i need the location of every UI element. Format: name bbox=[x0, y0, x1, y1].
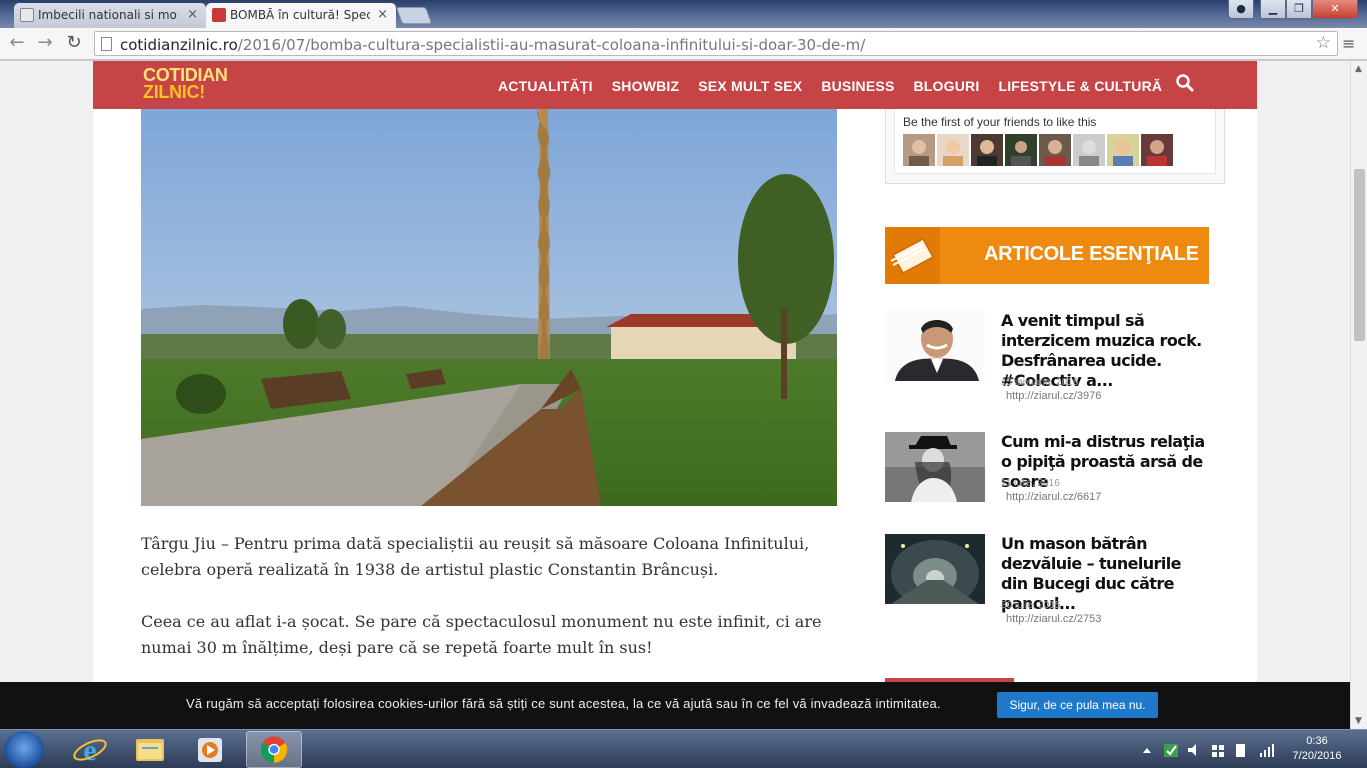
chrome-menu-icon[interactable]: ≡ bbox=[1342, 34, 1355, 53]
nav-item-bloguri[interactable]: BLOGURI bbox=[914, 78, 980, 94]
site-header: COTIDIAN ZILNIC! ACTUALITĂȚI SHOWBIZ SEX M… bbox=[93, 61, 1257, 109]
page-favicon-icon bbox=[20, 8, 34, 22]
internet-explorer-icon[interactable]: e bbox=[62, 731, 118, 768]
nav-item-showbiz[interactable]: SHOWBIZ bbox=[612, 78, 680, 94]
esential-article-date: 15 ianuarie, 2016 bbox=[1001, 377, 1079, 388]
articole-esentiale-header: ARTICOLE ESENŢIALE bbox=[885, 227, 1209, 284]
friend-avatar[interactable] bbox=[903, 134, 935, 166]
browser-titlebar: Imbecili nationali si mond × BOMBĂ în cu… bbox=[0, 0, 1367, 28]
close-window-button[interactable]: ✕ bbox=[1312, 0, 1358, 19]
new-tab-button[interactable] bbox=[395, 7, 433, 24]
article-thumbnail[interactable] bbox=[885, 432, 985, 502]
facebook-like-inner: Be the first of your friends to like thi… bbox=[894, 109, 1216, 174]
tab-label: BOMBĂ în cultură! Speciali bbox=[230, 8, 370, 22]
scroll-up-icon[interactable]: ▲ bbox=[1355, 64, 1362, 74]
nav-item-sex[interactable]: SEX MULT SEX bbox=[698, 78, 802, 94]
page-viewport: COTIDIAN ZILNIC! ACTUALITĂȚI SHOWBIZ SEX M… bbox=[0, 61, 1350, 729]
esential-article-3[interactable]: Un mason bătrân dezvăluie – tunelurile d… bbox=[885, 534, 1215, 634]
address-bar[interactable]: cotidianzilnic.ro/2016/07/bomba-cultura-… bbox=[94, 31, 1338, 56]
cookie-banner: Vă rugăm să acceptați folosirea cookies-… bbox=[0, 682, 1350, 729]
scrollbar-thumb[interactable] bbox=[1354, 169, 1365, 341]
system-tray-icons[interactable] bbox=[1140, 741, 1280, 759]
esential-article-date: 30 iulie, 2015 bbox=[1001, 600, 1061, 611]
article-paragraph: Ceea ce au aflat i-a șocat. Se pare că s… bbox=[141, 612, 822, 657]
facebook-like-text: Be the first of your friends to like thi… bbox=[903, 115, 1097, 129]
forward-arrow-icon[interactable]: → bbox=[33, 32, 57, 56]
esential-article-link[interactable]: http://ziarul.cz/3976 bbox=[1006, 390, 1101, 402]
articole-esentiale-title: ARTICOLE ESENŢIALE bbox=[984, 243, 1199, 265]
friend-avatar[interactable] bbox=[1107, 134, 1139, 166]
article-paragraph: Târgu Jiu – Pentru prima dată specialișt… bbox=[141, 534, 810, 579]
esential-article-link[interactable]: http://ziarul.cz/6617 bbox=[1006, 491, 1101, 503]
tab-imbecili[interactable]: Imbecili nationali si mond × bbox=[14, 3, 206, 28]
friend-avatar[interactable] bbox=[937, 134, 969, 166]
site-logo[interactable]: COTIDIAN ZILNIC! bbox=[143, 66, 228, 101]
scroll-down-icon[interactable]: ▼ bbox=[1355, 716, 1362, 726]
reload-icon[interactable]: ↻ bbox=[62, 32, 86, 56]
profile-icon[interactable]: ● bbox=[1228, 0, 1254, 19]
article-thumbnail[interactable] bbox=[885, 534, 985, 604]
article-body: Târgu Jiu – Pentru prima dată specialișt… bbox=[141, 531, 841, 687]
browser-toolbar: ← → ↻ cotidianzilnic.ro/2016/07/bomba-cu… bbox=[0, 28, 1367, 60]
windows-taskbar: e 0:36 7/20/2016 bbox=[0, 729, 1367, 768]
site-favicon-icon bbox=[212, 8, 226, 22]
tab-close-icon[interactable]: × bbox=[187, 7, 198, 22]
chrome-icon[interactable] bbox=[246, 731, 302, 768]
page-scrollbar[interactable]: ▲ ▼ bbox=[1350, 61, 1367, 729]
clock-time: 0:36 bbox=[1306, 735, 1328, 747]
page-icon bbox=[101, 37, 112, 51]
maximize-button[interactable]: ❐ bbox=[1286, 0, 1312, 19]
friend-avatar[interactable] bbox=[1073, 134, 1105, 166]
nav-item-actualitati[interactable]: ACTUALITĂȚI bbox=[498, 78, 593, 94]
back-arrow-icon[interactable]: ← bbox=[5, 32, 29, 56]
esential-article-link[interactable]: http://ziarul.cz/2753 bbox=[1006, 613, 1101, 625]
bookmark-star-icon[interactable]: ☆ bbox=[1316, 33, 1331, 53]
tab-bomba-cultura[interactable]: BOMBĂ în cultură! Speciali × bbox=[206, 3, 396, 28]
file-explorer-icon[interactable] bbox=[122, 731, 178, 768]
cookie-message: Vă rugăm să acceptați folosirea cookies-… bbox=[186, 696, 941, 711]
article-photo bbox=[141, 109, 837, 506]
friend-avatar[interactable] bbox=[1039, 134, 1071, 166]
friend-avatar[interactable] bbox=[1141, 134, 1173, 166]
nav-item-business[interactable]: BUSINESS bbox=[821, 78, 894, 94]
url-text[interactable]: cotidianzilnic.ro/2016/07/bomba-cultura-… bbox=[120, 36, 865, 54]
svg-text:e: e bbox=[83, 734, 96, 767]
minimize-button[interactable]: ▁ bbox=[1260, 0, 1286, 19]
friend-avatar[interactable] bbox=[1005, 134, 1037, 166]
media-player-icon[interactable] bbox=[182, 731, 238, 768]
esential-article-date: 11 iulie, 2016 bbox=[1001, 478, 1060, 489]
nav-item-lifestyle[interactable]: LIFESTYLE & CULTURĂ bbox=[998, 78, 1162, 94]
taskbar-clock[interactable]: 0:36 7/20/2016 bbox=[1282, 734, 1352, 764]
friend-avatar[interactable] bbox=[971, 134, 1003, 166]
article-thumbnail[interactable] bbox=[885, 311, 985, 381]
main-nav: ACTUALITĂȚI SHOWBIZ SEX MULT SEX BUSINESS BL… bbox=[498, 76, 1181, 95]
esential-article-2[interactable]: Cum mi-a distrus relaţia o pipiţă proast… bbox=[885, 432, 1215, 532]
start-button[interactable] bbox=[4, 731, 44, 768]
cookie-accept-button[interactable]: Sigur, de ce pula mea nu. bbox=[997, 692, 1158, 718]
clock-date: 7/20/2016 bbox=[1292, 750, 1342, 762]
esential-article-1[interactable]: A venit timpul să interzicem muzica rock… bbox=[885, 311, 1215, 411]
tab-close-icon[interactable]: × bbox=[377, 7, 388, 22]
search-icon[interactable] bbox=[1175, 73, 1195, 93]
notepad-icon bbox=[885, 227, 940, 284]
facebook-like-box: Be the first of your friends to like thi… bbox=[885, 109, 1225, 184]
tab-label: Imbecili nationali si mond bbox=[38, 8, 178, 22]
